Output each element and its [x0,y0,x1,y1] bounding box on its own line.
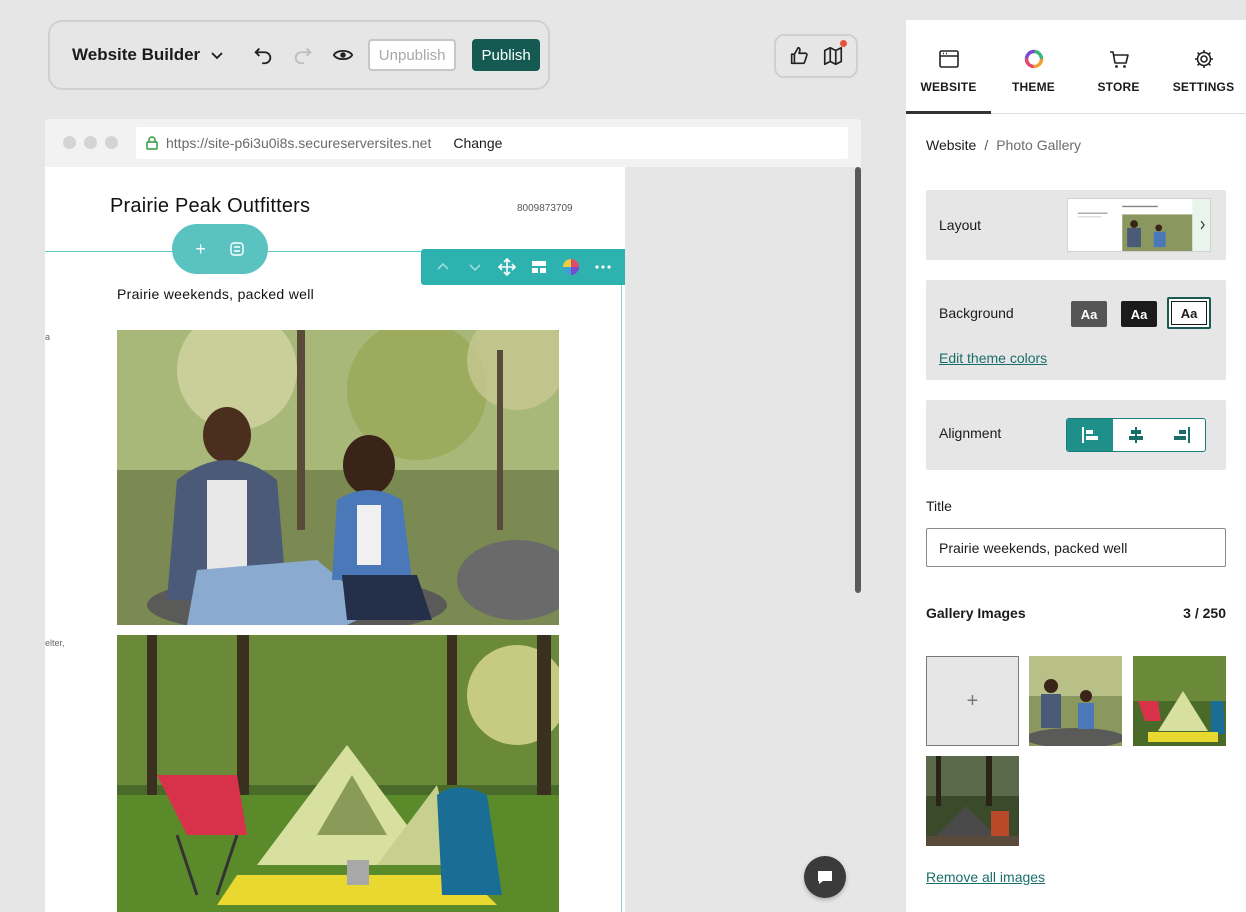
theme-ring-icon [1024,49,1043,69]
map-icon[interactable] [820,40,847,69]
color-wheel-icon[interactable] [562,258,580,276]
gallery-thumbnail-2[interactable] [1133,656,1226,746]
gallery-images-header: Gallery Images 3 / 250 [926,605,1226,621]
text-fragment: a [45,332,51,342]
align-right-icon [1174,427,1190,443]
tab-website[interactable]: WEBSITE [906,20,991,114]
tab-theme[interactable]: THEME [991,20,1076,114]
website-builder-menu[interactable]: Website Builder [72,45,224,65]
website-icon [938,50,959,68]
add-section-icon[interactable]: + [195,239,206,260]
layout-card: Layout [926,190,1226,260]
panel-tabs: WEBSITE THEME STORE SETTINGS [906,20,1246,114]
add-section-pill: + [172,224,268,274]
gallery-section-title[interactable]: Prairie weekends, packed well [117,286,314,302]
editor-panel: WEBSITE THEME STORE SETTINGS Website / P… [906,20,1246,912]
chevron-down-icon [211,52,223,60]
publish-button[interactable]: Publish [472,39,541,71]
preview-eye-icon[interactable] [330,42,356,68]
breadcrumb-root[interactable]: Website [926,137,976,153]
feedback-toolbar [774,34,858,78]
cart-icon [1109,51,1129,68]
tab-settings[interactable]: SETTINGS [1161,20,1246,114]
section-toolbar [421,249,625,285]
undo-icon[interactable] [250,42,276,68]
section-settings-icon[interactable] [229,241,245,257]
preview-canvas-background [625,167,861,912]
builder-title: Website Builder [72,45,201,64]
preview-scrollbar[interactable] [855,167,861,593]
background-swatch-black[interactable]: Aa [1121,301,1157,327]
breadcrumb-current: Photo Gallery [996,137,1082,153]
align-right-button[interactable] [1159,419,1205,451]
gallery-photo-1[interactable] [117,330,559,625]
layout-preview-thumbnail[interactable] [1067,198,1211,252]
section-selection-border-right [621,251,622,912]
layout-grid-icon[interactable] [530,258,548,276]
layout-label: Layout [939,217,982,233]
browser-chrome: https://site-p6i3u0i8s.secureserversites… [45,119,861,167]
site-preview: https://site-p6i3u0i8s.secureserversites… [45,119,861,912]
edit-theme-colors-link[interactable]: Edit theme colors [939,350,1047,366]
align-left-button[interactable] [1067,419,1113,451]
gallery-photo-2[interactable] [117,635,559,912]
breadcrumb: Website / Photo Gallery [926,137,1081,153]
background-card: Background Aa Aa Aa Edit theme colors [926,280,1226,380]
more-options-icon[interactable] [594,258,612,276]
site-url: https://site-p6i3u0i8s.secureserversites… [166,135,432,151]
background-label: Background [939,305,1014,321]
lock-icon [146,136,158,150]
breadcrumb-separator: / [984,137,989,153]
window-dots [63,136,118,149]
alignment-label: Alignment [939,425,1002,441]
background-swatch-white[interactable]: Aa [1167,297,1211,329]
gallery-images-label: Gallery Images [926,605,1026,621]
remove-all-images-link[interactable]: Remove all images [926,869,1045,885]
thumbs-up-icon[interactable] [786,43,812,69]
chat-icon [818,871,832,884]
gallery-thumbnail-3[interactable] [926,756,1019,846]
alignment-card: Alignment [926,400,1226,470]
gear-icon [1194,50,1213,68]
tab-store[interactable]: STORE [1076,20,1161,114]
background-swatch-gray[interactable]: Aa [1071,301,1107,327]
site-page: Prairie Peak Outfitters 8009873709 + Pra… [45,167,625,912]
align-center-icon [1129,427,1143,443]
title-input[interactable] [926,528,1226,567]
move-up-icon[interactable] [434,258,452,276]
notification-dot [840,40,847,47]
alignment-toggle-group [1066,418,1206,452]
swap-section-icon[interactable] [498,258,516,276]
align-center-button[interactable] [1113,419,1159,451]
url-bar: https://site-p6i3u0i8s.secureserversites… [136,127,848,159]
change-domain-link[interactable]: Change [453,135,502,151]
site-name[interactable]: Prairie Peak Outfitters [110,195,310,218]
title-label: Title [926,498,952,514]
unpublish-button[interactable]: Unpublish [368,39,457,71]
chat-button[interactable] [804,856,846,898]
gallery-thumbnail-1[interactable] [1029,656,1122,746]
builder-toolbar: Website Builder Unpublish Publish [48,20,550,90]
add-image-button[interactable]: + [926,656,1019,746]
align-left-icon [1082,427,1098,443]
gallery-images-count: 3 / 250 [1183,605,1226,621]
redo-icon[interactable] [290,42,316,68]
text-fragment: elter, [45,638,65,648]
site-phone[interactable]: 8009873709 [517,203,573,214]
move-down-icon[interactable] [466,258,484,276]
